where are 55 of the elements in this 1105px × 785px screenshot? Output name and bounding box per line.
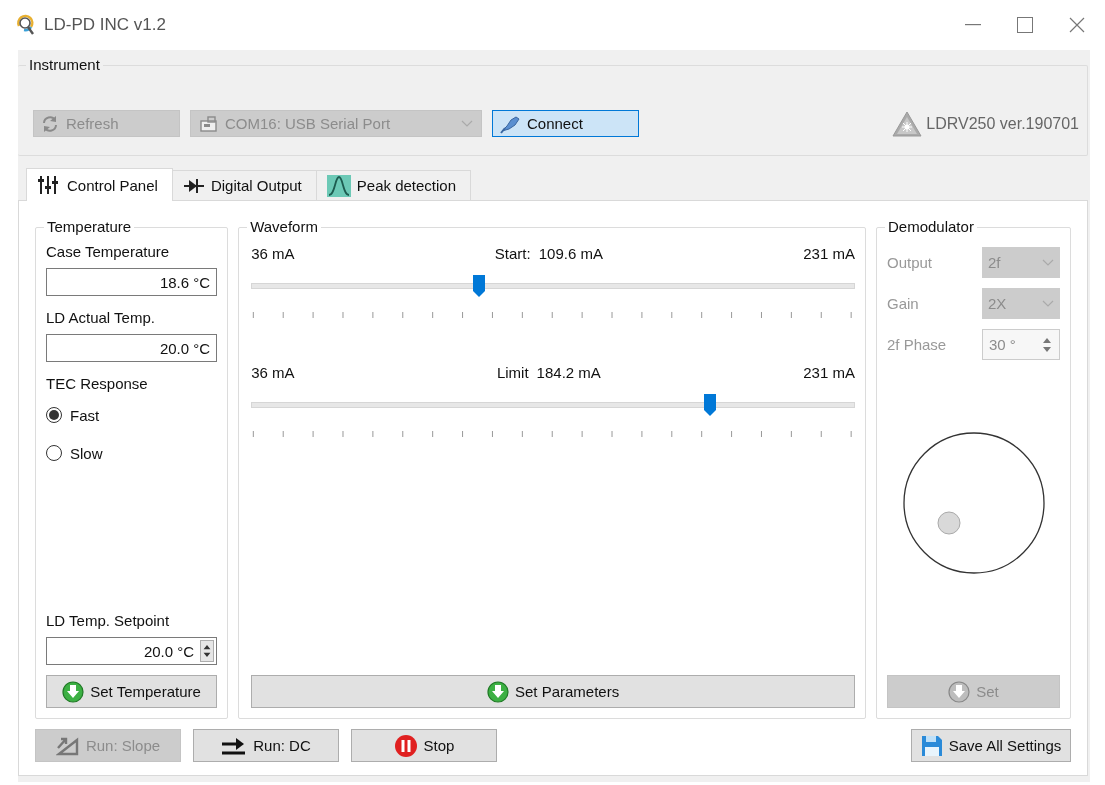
radio-label: Fast (70, 406, 100, 424)
minimize-icon[interactable] (965, 24, 981, 26)
setpoint-spinner[interactable]: 20.0 °C (46, 637, 218, 665)
download-icon (62, 680, 85, 703)
set-parameters-button[interactable]: Set Parameters (251, 675, 855, 708)
connect-button[interactable]: Connect (492, 110, 639, 137)
slider-caption: Limit (496, 363, 529, 381)
spin-arrows-icon[interactable] (200, 640, 215, 662)
chevron-down-icon (1042, 258, 1054, 267)
tab[interactable]: Peak detection (315, 170, 472, 200)
download-icon (486, 680, 509, 703)
magnifier-logo-icon (16, 14, 36, 36)
slider-min-label: 36 mA (251, 363, 295, 381)
slider-caption: Start: (494, 244, 531, 262)
readout-field: 20.0 °C (46, 334, 218, 362)
action-button[interactable]: Run: DC (193, 729, 339, 762)
slider-min-label: 36 mA (251, 244, 295, 262)
slider-reading: 109.6 mA (538, 244, 603, 262)
pause-icon (393, 733, 418, 758)
field-label: 2f Phase (887, 336, 948, 353)
field-label: LD Actual Temp. (46, 308, 156, 328)
chevron-down-icon (1042, 299, 1054, 308)
maximize-icon[interactable] (1017, 17, 1033, 33)
bell-curve-icon (326, 174, 351, 197)
diode-icon (182, 176, 205, 195)
readout-field: 18.6 °C (46, 268, 218, 296)
slope-icon (55, 735, 80, 756)
set-temperature-button[interactable]: Set Temperature (46, 675, 218, 708)
action-button[interactable]: Stop (351, 729, 497, 762)
radio-label: Slow (70, 444, 103, 462)
slider-thumb[interactable] (472, 275, 485, 297)
field-label: Case Temperature (46, 242, 171, 262)
device-version: LDRV250 ver.190701 (926, 114, 1079, 133)
tab[interactable]: Control Panel (26, 168, 173, 201)
slider-track[interactable] (251, 275, 855, 297)
field-label: Output (887, 254, 934, 271)
download-icon (948, 680, 971, 703)
port-icon (199, 114, 219, 133)
field-label: Gain (887, 295, 920, 312)
slider-max-label: 231 mA (803, 244, 855, 262)
slider-max-label: 231 mA (803, 363, 855, 381)
close-icon[interactable] (1069, 17, 1085, 33)
field-label: TEC Response (46, 374, 149, 394)
sliders-icon (37, 174, 61, 196)
save-settings-button[interactable]: Save All Settings (911, 729, 1071, 762)
slider-reading: 184.2 mA (536, 363, 601, 381)
dial-knob-drawing[interactable] (901, 431, 1046, 575)
chevron-down-icon (461, 119, 473, 128)
slider-thumb[interactable] (704, 394, 717, 416)
laser-warning-icon (892, 110, 923, 137)
arrow-right-icon (221, 736, 248, 755)
refresh-icon (40, 113, 60, 134)
window-title: LD-PD INC v1.2 (44, 15, 166, 35)
slider-track[interactable] (251, 394, 855, 416)
field-label: LD Temp. Setpoint (46, 611, 171, 631)
